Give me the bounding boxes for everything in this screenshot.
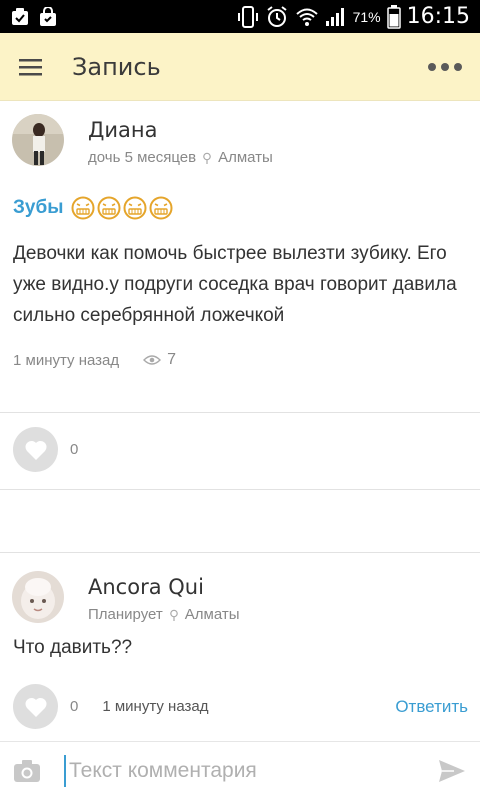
battery-icon (386, 4, 401, 29)
grimace-emoji-icon (149, 196, 173, 220)
grimace-emoji-icon (71, 196, 95, 220)
comment-author[interactable]: Ancora Qui Планирует Алматы (0, 553, 480, 623)
section-gap (0, 490, 480, 552)
send-icon[interactable] (436, 755, 468, 787)
emoji-row (71, 196, 173, 220)
clock-time: 16:15 (406, 4, 470, 29)
heart-icon (24, 697, 47, 717)
phone-vibrate-icon (237, 5, 258, 28)
more-dots-icon[interactable] (428, 62, 462, 71)
comment-input-bar (0, 741, 480, 800)
comment-like-button[interactable] (13, 684, 58, 729)
like-count: 0 (70, 441, 79, 458)
shopping-bag-icon (40, 6, 56, 26)
post-author[interactable]: Диана дочь 5 месяцев Алматы (0, 102, 480, 166)
post-time: 1 минуту назад (13, 351, 120, 369)
post-views: 7 (143, 351, 176, 369)
comment: Ancora Qui Планирует Алматы Что давить??… (0, 553, 480, 729)
comment-text: Что давить?? (13, 637, 133, 658)
grimace-emoji-icon (97, 196, 121, 220)
post-author-meta: дочь 5 месяцев Алматы (88, 149, 273, 166)
divider (0, 412, 480, 413)
avatar[interactable] (12, 114, 64, 166)
camera-icon[interactable] (12, 756, 42, 786)
comment-time: 1 минуту назад (102, 698, 209, 715)
views-count: 7 (167, 351, 177, 368)
app-bar: Запись (0, 33, 480, 101)
post-title: Зубы (13, 196, 480, 220)
clipboard-check-icon (12, 7, 28, 25)
post-like-row: 0 (13, 427, 78, 472)
author-status: Планирует (88, 606, 163, 623)
reply-button[interactable]: Ответить (395, 697, 468, 717)
alarm-icon (266, 5, 287, 27)
wifi-icon (295, 8, 318, 26)
post-footer: 1 минуту назад 7 (13, 351, 467, 369)
signal-icon (325, 7, 344, 26)
page-title: Запись (72, 52, 161, 81)
status-bar: 71% 16:15 (0, 0, 480, 33)
like-button[interactable] (13, 427, 58, 472)
post-body: Девочки как помочь быстрее вылезти зубик… (13, 243, 457, 326)
post: Диана дочь 5 месяцев Алматы Зубы Девочки… (0, 102, 480, 369)
author-child-age: дочь 5 месяцев (88, 149, 197, 166)
location-pin-icon (203, 152, 211, 164)
hamburger-menu-icon[interactable] (18, 57, 44, 77)
post-title-text: Зубы (13, 197, 64, 218)
comment-author-meta: Планирует Алматы (88, 606, 240, 623)
avatar[interactable] (12, 571, 64, 623)
author-city: Алматы (218, 149, 273, 166)
heart-icon (24, 440, 47, 460)
author-city: Алматы (184, 606, 240, 623)
location-pin-icon (169, 609, 178, 621)
comment-footer: 0 1 минуту назад Ответить (13, 684, 468, 729)
post-author-name[interactable]: Диана (88, 118, 273, 142)
grimace-emoji-icon (123, 196, 147, 220)
comment-author-name[interactable]: Ancora Qui (88, 575, 240, 599)
comment-input[interactable] (64, 755, 436, 787)
battery-percent: 71% (352, 8, 381, 25)
comment-like-count: 0 (70, 698, 79, 715)
eye-icon (143, 355, 162, 365)
